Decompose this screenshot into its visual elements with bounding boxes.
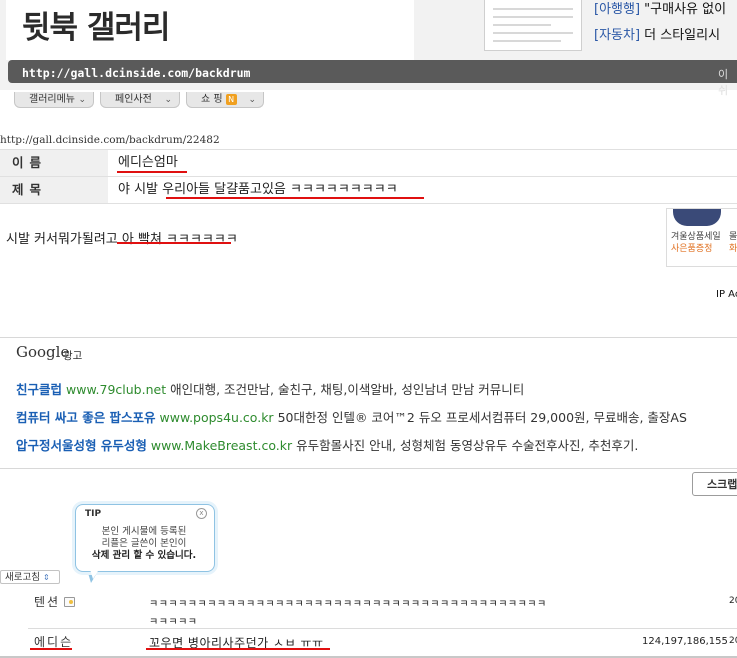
ad-item[interactable]: 컴퓨터 싸고 좋은 팝스포유 www.pops4u.co.kr 50대한정 인텔…: [16, 407, 687, 426]
news-text: 더 스타일리시: [644, 28, 721, 43]
ad-site[interactable]: www.pops4u.co.kr: [160, 410, 274, 425]
chevron-down-icon: ⌄: [248, 95, 256, 105]
ad-site[interactable]: www.MakeBreast.co.kr: [151, 438, 292, 453]
post-subject: 야 시발 우리아들 달걀품고있음 ㅋㅋㅋㅋㅋㅋㅋㅋㅋ: [118, 177, 398, 203]
tip-tail-inner: [89, 566, 101, 579]
red-underline: [117, 171, 187, 173]
refresh-label: 새로고침: [5, 572, 40, 583]
ad-description: 50대한정 인텔® 코어™2 듀오 프로세서컴퓨터 29,000원, 무료배송,…: [277, 410, 687, 425]
body-prefix: 시발 커서뭐가될려고: [6, 232, 122, 247]
menu-tab-label: 페인사전: [115, 94, 152, 105]
news-link-2[interactable]: [자동차] 더 스타일리시: [594, 24, 720, 43]
news-tag: [아행행]: [594, 2, 641, 17]
post-url[interactable]: http://gall.dcinside.com/backdrum/22482: [0, 134, 220, 146]
news-tag: [자동차]: [594, 28, 641, 43]
ad-text: 사은품증정: [671, 244, 713, 254]
gallery-title[interactable]: 뒷북 갤러리: [22, 2, 170, 47]
body-highlight: 아 빡쳐 ㅋㅋㅋㅋㅋㅋ: [121, 232, 238, 247]
ad-title[interactable]: 압구정서울성형 유두성형: [16, 438, 147, 453]
author-row: 이름 에디슨엄마: [0, 150, 737, 176]
chevron-down-icon: ⌄: [164, 95, 172, 105]
ad-site[interactable]: www.79club.net: [66, 382, 166, 397]
news-link-1[interactable]: [아행행] "구매사유 없이: [594, 0, 726, 17]
menu-tab-label: 갤러리메뉴: [29, 94, 75, 105]
tip-text: 삭제 관리 할 수 있습니다.: [91, 550, 197, 561]
comment-author[interactable]: 텐션: [34, 593, 60, 610]
url-bar-right-text[interactable]: 이쉬: [718, 66, 737, 98]
divider: [0, 203, 737, 204]
subject-prefix: 야 시발: [118, 182, 163, 197]
subject-row: 제목 야 시발 우리아들 달걀품고있음 ㅋㅋㅋㅋㅋㅋㅋㅋㅋ: [0, 177, 737, 203]
chevron-down-icon: ⌄: [78, 95, 86, 105]
ad-title[interactable]: 친구클럽: [16, 382, 62, 397]
menu-tab-shopping[interactable]: 쇼 핑N ⌄: [186, 92, 264, 108]
red-underline: [30, 648, 72, 650]
ads-label: 광고: [63, 350, 83, 362]
red-underline: [146, 648, 330, 650]
comment-ip: 124,197,186,155: [642, 636, 728, 647]
ip-label: IP Ac: [716, 289, 737, 300]
scrap-button[interactable]: 스크랩: [692, 472, 737, 496]
gallery-url[interactable]: http://gall.dcinside.com/backdrum: [22, 66, 250, 80]
ad-description: 유두함몰사진 안내, 성형체험 동영상유두 수술전후사진, 추천후기.: [296, 438, 639, 453]
ad-text: 화: [729, 244, 737, 254]
comment-date: 20: [729, 596, 737, 606]
subject-highlight: 우리아들 달걀품고있음 ㅋㅋㅋㅋㅋㅋㅋㅋㅋ: [162, 182, 398, 197]
ad-description: 애인대행, 조건만남, 술친구, 채팅,이색알바, 성인남녀 만남 커뮤니티: [170, 382, 525, 397]
ad-title[interactable]: 컴퓨터 싸고 좋은 팝스포유: [16, 410, 156, 425]
close-icon[interactable]: x: [196, 508, 207, 519]
new-badge: N: [225, 93, 237, 105]
comment-text: ㅋㅋㅋㅋㅋㅋㅋㅋㅋㅋㅋㅋㅋㅋㅋㅋㅋㅋㅋㅋㅋㅋㅋㅋㅋㅋㅋㅋㅋㅋㅋㅋㅋㅋㅋㅋㅋㅋㅋㅋ…: [149, 599, 547, 610]
sort-icon: ⇕: [43, 573, 50, 582]
ad-item[interactable]: 친구클럽 www.79club.net 애인대행, 조건만남, 술친구, 채팅,…: [16, 379, 524, 398]
ad-image: [673, 209, 721, 226]
news-thumbnail[interactable]: [484, 0, 582, 51]
ad-item[interactable]: 압구정서울성형 유두성형 www.MakeBreast.co.kr 유두함몰사진…: [16, 435, 638, 454]
tip-title: TIP: [85, 509, 102, 519]
google-logo: Google: [16, 343, 70, 361]
name-label: 이름: [0, 150, 108, 176]
red-underline: [166, 197, 424, 199]
refresh-button[interactable]: 새로고침 ⇕: [0, 570, 60, 584]
menu-tab-label: 쇼 핑: [201, 94, 223, 105]
menu-tab-gallery[interactable]: 갤러리메뉴 ⌄: [14, 92, 94, 108]
subject-label: 제목: [0, 177, 108, 203]
comment-text-continued: ㅋㅋㅋㅋㅋ: [149, 617, 198, 628]
divider: [28, 628, 737, 629]
side-banner-ad[interactable]: 겨울상품세일 사은품증정 몰 화: [666, 208, 737, 267]
lock-icon: [64, 597, 75, 607]
menu-tab-dictionary[interactable]: 페인사전 ⌄: [100, 92, 180, 108]
post-body: 시발 커서뭐가될려고 아 빡쳐 ㅋㅋㅋㅋㅋㅋ: [6, 228, 238, 247]
news-text: "구매사유 없이: [644, 2, 727, 17]
comment-date: 20: [729, 636, 737, 646]
red-underline: [117, 242, 231, 244]
